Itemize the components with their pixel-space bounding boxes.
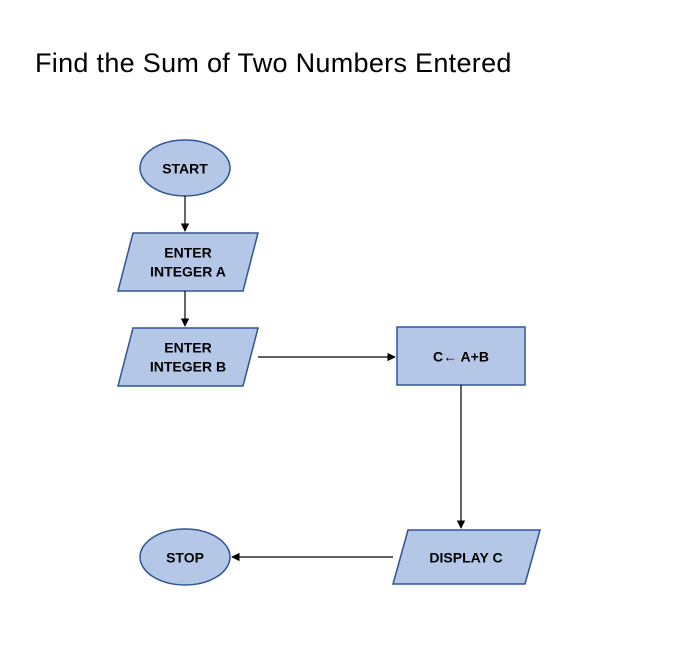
node-input-a-line2: INTEGER A (150, 264, 226, 280)
node-input-b-line2: INTEGER B (150, 359, 226, 375)
node-input-a-line1: ENTER (164, 245, 211, 261)
node-process: C← A+B (397, 327, 525, 385)
node-stop: STOP (140, 529, 230, 585)
node-input-b-line1: ENTER (164, 340, 211, 356)
node-process-label: C← A+B (433, 349, 489, 365)
node-start-label: START (162, 161, 208, 177)
node-input-a: ENTER INTEGER A (118, 233, 258, 291)
node-stop-label: STOP (166, 550, 204, 566)
node-start: START (140, 140, 230, 196)
node-output-label: DISPLAY C (429, 550, 502, 566)
flowchart-canvas: START ENTER INTEGER A ENTER INTEGER B C←… (0, 0, 680, 669)
node-output: DISPLAY C (393, 530, 540, 584)
node-input-b: ENTER INTEGER B (118, 328, 258, 386)
